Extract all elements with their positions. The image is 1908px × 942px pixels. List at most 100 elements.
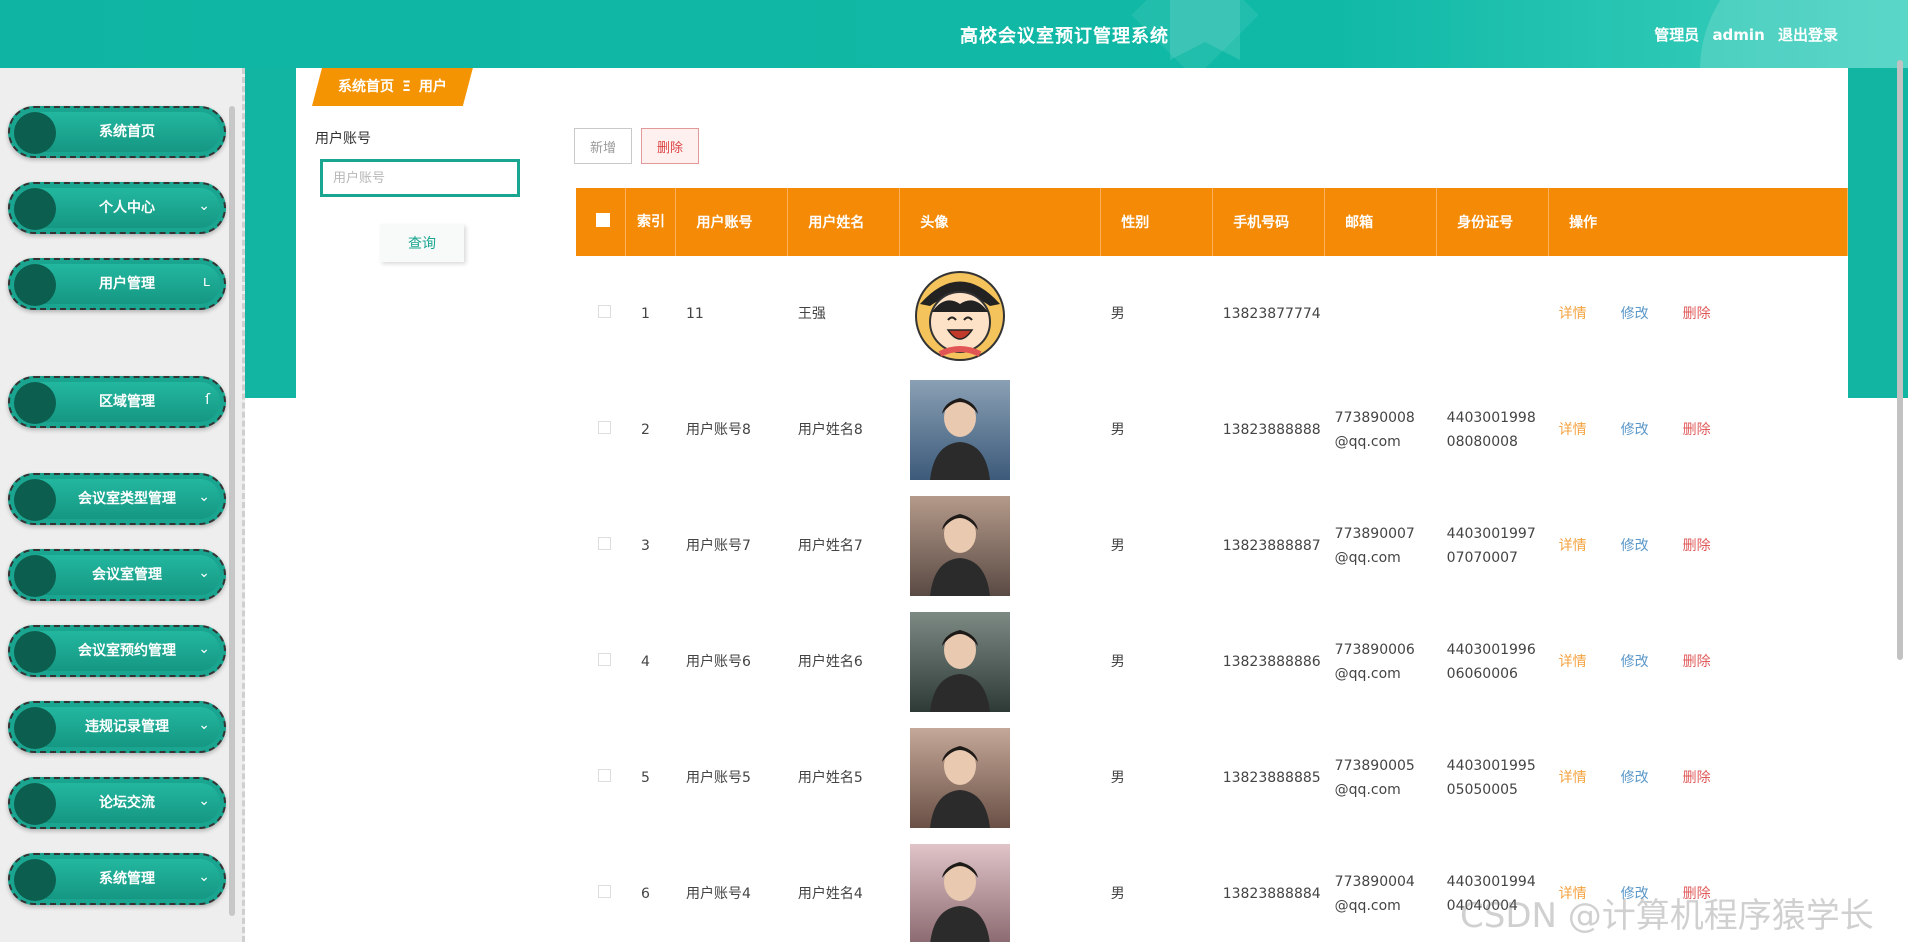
detail-button[interactable]: 详情 (1559, 654, 1587, 670)
cell-index: 1 (640, 306, 650, 322)
cell-account: 用户账号6 (685, 654, 751, 670)
cell-avatar (900, 604, 1101, 720)
sidebar-item-system-management[interactable]: 系统管理 ⌄ (8, 853, 226, 905)
table-header-row: 索引 用户账号 用户姓名 头像 性别 手机号码 邮箱 身份证号 操作 (576, 188, 1848, 256)
header-phone: 手机号码 (1212, 188, 1326, 256)
sidebar-item-label: 论坛交流 (99, 795, 155, 811)
cell-name: 用户姓名6 (797, 654, 863, 670)
header-index: 索引 (625, 188, 677, 256)
chevron-up-icon: ſ (205, 392, 210, 408)
cell-name: 用户姓名7 (797, 538, 863, 554)
row-checkbox[interactable] (598, 305, 611, 318)
idcard-text: 440300199808080008 (1446, 410, 1536, 450)
add-button[interactable]: 新增 (574, 128, 632, 164)
table-row: 1 11 王强男 13823877774 详情 修改 删除 (576, 256, 1848, 372)
row-delete-button[interactable]: 删除 (1683, 770, 1711, 786)
sidebar-item-label: 个人中心 (99, 200, 155, 216)
idcard-text: 440300199505050005 (1446, 758, 1536, 798)
page-scrollbar[interactable] (1897, 60, 1903, 660)
row-delete-button[interactable]: 删除 (1683, 422, 1711, 438)
detail-button[interactable]: 详情 (1559, 306, 1587, 322)
edit-button[interactable]: 修改 (1621, 654, 1649, 670)
sidebar-item-label: 会议室类型管理 (78, 491, 176, 507)
cell-account: 用户账号7 (685, 538, 751, 554)
row-checkbox[interactable] (598, 421, 611, 434)
breadcrumb-current: 用户 (418, 79, 447, 95)
row-select-cell[interactable] (576, 604, 626, 720)
menu-dot-icon (14, 859, 56, 901)
detail-button[interactable]: 详情 (1559, 770, 1587, 786)
cell-email: 773890008@qq.com (1325, 372, 1437, 488)
row-checkbox[interactable] (598, 769, 611, 782)
edit-button[interactable]: 修改 (1621, 422, 1649, 438)
sidebar-scrollbar[interactable] (229, 106, 235, 916)
cell-email: 773890006@qq.com (1325, 604, 1437, 720)
menu-dot-icon (14, 631, 56, 673)
avatar-image (909, 844, 1010, 942)
cell-gender: 男 (1110, 422, 1125, 438)
cell-name: 王强 (797, 306, 826, 322)
sidebar-item-violation-management[interactable]: 违规记录管理 ⌄ (8, 701, 226, 753)
email-text: 773890007@qq.com (1334, 526, 1415, 566)
sidebar-item-room-management[interactable]: 会议室管理 ⌄ (8, 549, 226, 601)
cell-name: 用户姓名5 (797, 770, 863, 786)
sidebar-item-home[interactable]: 系统首页 (8, 106, 226, 158)
delete-button[interactable]: 删除 (641, 128, 699, 164)
menu-dot-icon (14, 188, 56, 230)
cell-gender: 男 (1110, 306, 1125, 322)
row-select-cell[interactable] (576, 372, 626, 488)
breadcrumb-home[interactable]: 系统首页 (338, 79, 394, 95)
cell-gender: 男 (1110, 654, 1125, 670)
logout-link[interactable]: 退出登录 (1778, 26, 1838, 44)
edit-button[interactable]: 修改 (1621, 306, 1649, 322)
sidebar-item-reservation-management[interactable]: 会议室预约管理 ⌄ (8, 625, 226, 677)
select-all-checkbox[interactable] (596, 213, 610, 227)
sidebar-item-area-management[interactable]: 区域管理 ſ (8, 376, 226, 428)
cell-phone: 13823888884 (1222, 886, 1321, 902)
user-info: 管理员 admin 退出登录 (1646, 24, 1838, 45)
detail-button[interactable]: 详情 (1559, 538, 1587, 554)
edit-button[interactable]: 修改 (1621, 538, 1649, 554)
avatar-image (909, 496, 1010, 596)
cell-gender: 男 (1110, 538, 1125, 554)
row-delete-button[interactable]: 删除 (1683, 538, 1711, 554)
row-delete-button[interactable]: 删除 (1683, 306, 1711, 322)
cell-avatar (900, 488, 1101, 604)
edit-button[interactable]: 修改 (1621, 770, 1649, 786)
cell-index: 6 (640, 886, 650, 902)
cell-index: 5 (640, 770, 650, 786)
row-select-cell[interactable] (576, 256, 626, 372)
header-select-all[interactable] (576, 188, 627, 256)
idcard-text: 440300199707070007 (1446, 526, 1536, 566)
detail-button[interactable]: 详情 (1559, 422, 1587, 438)
row-checkbox[interactable] (598, 537, 611, 550)
row-checkbox[interactable] (598, 653, 611, 666)
chevron-down-icon: ⌄ (198, 641, 210, 657)
email-text: 773890005@qq.com (1334, 758, 1415, 798)
sidebar-item-room-type-management[interactable]: 会议室类型管理 ⌄ (8, 473, 226, 525)
row-delete-button[interactable]: 删除 (1683, 654, 1711, 670)
cell-name: 用户姓名8 (797, 422, 863, 438)
sidebar-item-forum[interactable]: 论坛交流 ⌄ (8, 777, 226, 829)
cell-email: 773890007@qq.com (1325, 488, 1437, 604)
cell-phone: 13823888885 (1222, 770, 1321, 786)
cell-email: 773890004@qq.com (1325, 836, 1437, 942)
sidebar-item-user-management[interactable]: 用户管理 ʟ (8, 258, 226, 310)
username: admin (1712, 26, 1765, 44)
chevron-down-icon: ⌄ (198, 869, 210, 885)
avatar-image (909, 380, 1010, 480)
cell-email (1325, 256, 1437, 372)
row-checkbox[interactable] (598, 885, 611, 898)
cell-account: 用户账号8 (685, 422, 751, 438)
row-select-cell[interactable] (576, 836, 626, 942)
sidebar-item-label: 会议室管理 (92, 567, 162, 583)
menu-dot-icon (14, 707, 56, 749)
row-select-cell[interactable] (576, 720, 626, 836)
cell-actions: 详情 修改 删除 (1549, 256, 1848, 372)
search-button[interactable]: 查询 (380, 224, 464, 262)
row-select-cell[interactable] (576, 488, 626, 604)
sidebar-item-profile[interactable]: 个人中心 ⌄ (8, 182, 226, 234)
search-input[interactable] (320, 159, 520, 197)
chevron-down-icon: ⌄ (198, 717, 210, 733)
cell-idcard: 440300199505050005 (1437, 720, 1549, 836)
